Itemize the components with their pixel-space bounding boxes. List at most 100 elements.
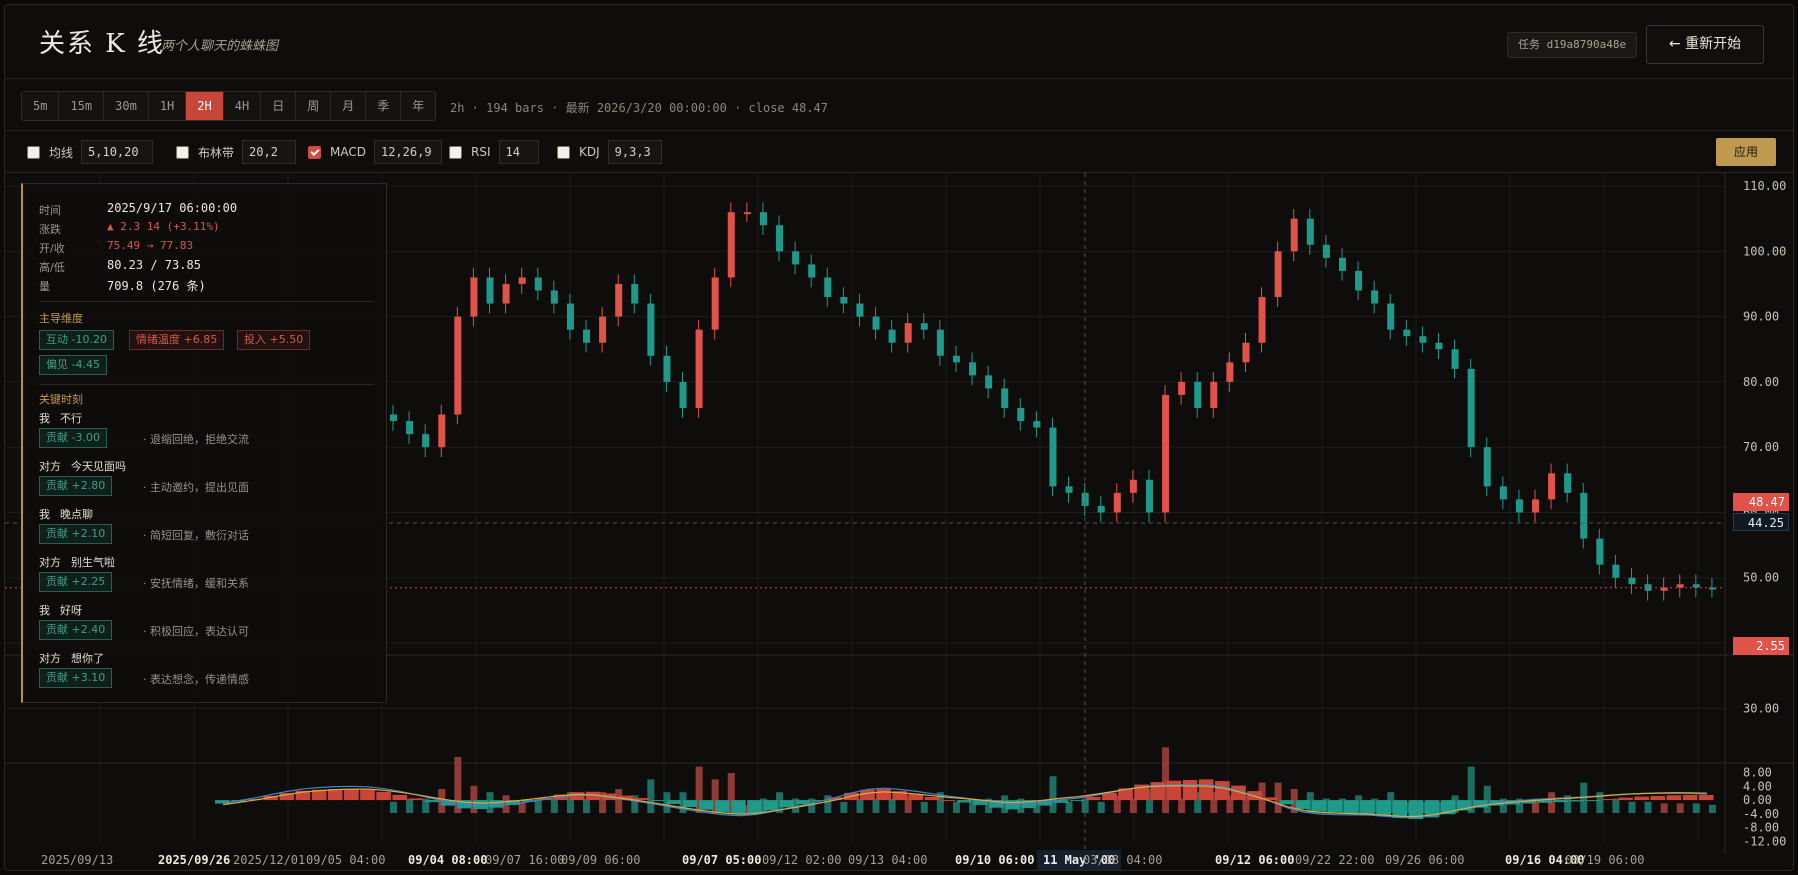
macd-hist-bar [860,789,875,801]
timeframe-2[interactable]: 30m [104,92,149,120]
macd-hist-bar [1166,780,1182,801]
macd-hist-bar [1650,795,1666,801]
price-axis-label: 70.00 [1743,440,1779,454]
volume-bar [840,801,848,813]
macd-hist-bar [344,789,359,801]
time-axis-label: 2025/12/01 [233,853,306,867]
macd-hist-bar [392,794,408,801]
moment-contribution-chip: 贡献 -3.00 [39,428,107,448]
timeframe-4[interactable]: 2H [186,92,224,120]
timeframe-10[interactable]: 年 [401,92,436,120]
macd-hist-bar [1553,800,1569,803]
candle-body [1515,499,1523,513]
candle-body [1001,388,1009,408]
macd-hist-bar [1602,799,1617,801]
candle-body [1403,329,1411,337]
candle-body [695,329,703,408]
time-axis-label: 09/09 06:00 [561,853,641,867]
tt-open-close: 75.49 → 77.83 [107,239,194,252]
macd-hist-bar [1198,779,1214,801]
macd-hist-bar [1698,794,1714,801]
indicator-kdj[interactable]: KDJ 9,3,3 [557,140,662,164]
candle-body [792,251,800,265]
macd-hist-bar [650,800,666,802]
rsi-checkbox[interactable] [449,145,462,159]
candle-body [422,434,430,448]
moment-speaker: 我 [39,412,50,425]
indicator-ma[interactable]: 均线 5,10,20 [27,140,154,164]
macd-hist-bar [1279,800,1295,805]
apply-button[interactable]: 应用 [1716,138,1776,166]
time-axis-label: 09/22 22:00 [1295,853,1375,867]
macd-label: MACD [330,145,366,159]
kdj-checkbox[interactable] [557,145,570,159]
volume-bar [952,801,960,813]
candle-body [1419,336,1427,343]
macd-hist-bar [682,800,698,807]
dim-chip: 偏见 -4.45 [39,355,107,375]
macd-axis-label: 0.00 [1743,793,1772,807]
candle-body [872,316,880,330]
candle-body [486,277,494,304]
candle-body [1322,244,1330,258]
volume-bar [406,798,414,813]
candle-body [534,277,542,291]
timeframe-8[interactable]: 月 [331,92,367,120]
volume-bar [1178,798,1186,813]
rsi-params-input[interactable]: 14 [498,140,539,164]
timeframe-6[interactable]: 日 [261,92,297,120]
macd-hist-bar [1618,797,1633,801]
candle-body [1548,473,1556,500]
volume-bar [872,798,880,813]
indicator-rsi[interactable]: RSI 14 [449,140,539,164]
kdj-params-input[interactable]: 9,3,3 [607,140,662,164]
candle-body [985,375,993,389]
macd-params-input[interactable]: 12,26,9 [373,140,442,164]
ma-params-input[interactable]: 5,10,20 [81,140,154,164]
candle-body [1435,342,1443,350]
candle-body [518,277,526,284]
macd-hist-bar [1360,800,1375,814]
tt-high-low: 80.23 / 73.85 [107,258,201,272]
timeframe-5[interactable]: 4H [223,92,262,120]
moment-header: 对方 今天见面吗 [39,458,126,474]
ma-checkbox[interactable] [27,145,40,159]
candle-body [1596,538,1604,565]
volume-bar [1483,785,1491,813]
kdj-label: KDJ [579,145,600,159]
macd-hist-bar [698,800,714,810]
candle-body [1564,473,1572,493]
candle-body [406,421,414,435]
candle-body [1242,342,1250,363]
macd-hist-bar [731,800,746,814]
boll-checkbox[interactable] [176,145,189,159]
candle-body [1274,251,1282,298]
volume-bar [1644,801,1652,813]
volume-bar [1660,803,1668,813]
volume-bar [1628,801,1636,813]
time-axis-label: 09/07 16:00 [485,853,565,867]
candle-body [1145,479,1153,513]
indicator-boll[interactable]: 布林带 20,2 [176,140,297,164]
timeframe-9[interactable]: 季 [366,92,402,120]
boll-params-input[interactable]: 20,2 [242,140,297,164]
macd-hist-bar [1569,800,1585,802]
indicator-macd[interactable]: MACD 12,26,9 [308,140,442,164]
timeframe-0[interactable]: 5m [22,92,60,120]
timeframe-7[interactable]: 周 [296,92,332,120]
timeframe-1[interactable]: 15m [59,92,105,120]
tt-moments-title: 关键时刻 [39,393,83,406]
candle-body [550,290,558,304]
restart-button[interactable]: ← 重新开始 [1646,25,1764,64]
macd-hist-bar [1182,780,1198,801]
macd-checkbox[interactable] [308,145,321,159]
candle-body [1708,587,1716,590]
timeframe-3[interactable]: 1H [148,92,187,120]
candle-body [390,414,397,422]
candle-body [1113,492,1121,513]
volume-bar [550,798,558,813]
macd-hist-bar [924,796,940,801]
candle-body [454,316,462,415]
macd-hist-bar [1344,800,1359,814]
macd-hist-bar [1682,794,1698,801]
